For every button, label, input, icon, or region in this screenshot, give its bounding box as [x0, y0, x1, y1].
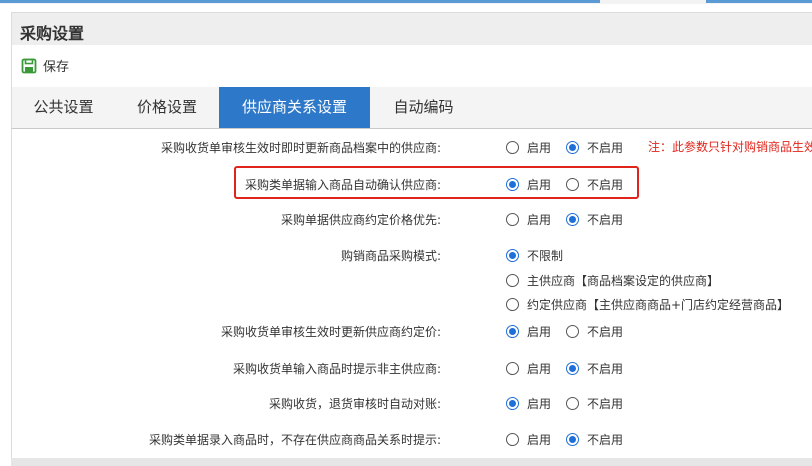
- top-tab-indicator: [0, 0, 600, 3]
- setting-label: 采购类单据录入商品时，不存在供应商商品关系时提示:: [148, 433, 441, 447]
- radio-disable[interactable]: 不启用: [566, 323, 623, 340]
- tab-bar: 公共设置 价格设置 供应商关系设置 自动编码: [11, 87, 812, 129]
- tab-public-settings[interactable]: 公共设置: [12, 87, 115, 128]
- radio-label: 主供应商【商品档案设定的供应商】: [527, 274, 720, 288]
- radio-circle-selected: [566, 433, 579, 446]
- radio-disable[interactable]: 不启用: [566, 431, 623, 448]
- radio-label: 启用: [527, 362, 552, 376]
- radio-disable[interactable]: 不启用: [566, 395, 623, 412]
- radio-circle: [506, 213, 519, 226]
- radio-enable[interactable]: 启用: [506, 395, 551, 412]
- save-label: 保存: [43, 60, 70, 75]
- radio-main-supplier[interactable]: 主供应商【商品档案设定的供应商】: [506, 272, 719, 289]
- tab-auto-coding[interactable]: 自动编码: [370, 87, 477, 128]
- radio-label: 启用: [527, 397, 552, 411]
- setting-label: 采购收货，退货审核时自动对账:: [268, 397, 441, 411]
- setting-label: 购销商品采购模式:: [340, 249, 441, 263]
- radio-label: 不启用: [587, 397, 624, 411]
- radio-label: 启用: [527, 178, 552, 192]
- save-button[interactable]: 保存: [21, 56, 69, 75]
- radio-enable[interactable]: 启用: [506, 323, 551, 340]
- radio-label: 启用: [527, 141, 552, 155]
- radio-circle-selected: [566, 362, 579, 375]
- radio-circle-selected: [506, 325, 519, 338]
- setting-label: 采购单据供应商约定价格优先:: [280, 213, 441, 227]
- radio-disable[interactable]: 不启用: [566, 176, 623, 193]
- radio-enable[interactable]: 启用: [506, 360, 551, 377]
- radio-circle: [566, 325, 579, 338]
- radio-circle: [506, 298, 519, 311]
- radio-label: 启用: [527, 433, 552, 447]
- floppy-disk-icon: [21, 58, 37, 73]
- radio-enable[interactable]: 启用: [506, 431, 551, 448]
- setting-label: 采购收货单审核生效时即时更新商品档案中的供应商:: [160, 141, 441, 155]
- radio-enable[interactable]: 启用: [506, 139, 551, 156]
- radio-circle-selected: [506, 249, 519, 262]
- radio-enable[interactable]: 启用: [506, 176, 551, 193]
- note-text: 注：此参数只针对购销商品生效: [648, 140, 812, 154]
- radio-circle-selected: [506, 178, 519, 191]
- radio-agreed-supplier[interactable]: 约定供应商【主供应商商品+门店约定经营商品】: [506, 296, 789, 313]
- radio-label: 不启用: [587, 178, 624, 192]
- tab-price-settings[interactable]: 价格设置: [115, 87, 219, 128]
- radio-circle: [506, 274, 519, 287]
- radio-circle-selected: [506, 397, 519, 410]
- tab-supplier-relation-settings[interactable]: 供应商关系设置: [219, 87, 370, 128]
- radio-circle: [566, 178, 579, 191]
- radio-disable[interactable]: 不启用: [566, 360, 623, 377]
- radio-label: 不启用: [587, 213, 624, 227]
- panel-title-bar: 采购设置: [11, 12, 812, 45]
- radio-enable[interactable]: 启用: [506, 211, 551, 228]
- top-tab-indicator-right: [706, 0, 812, 3]
- radio-circle: [506, 362, 519, 375]
- radio-disable[interactable]: 不启用: [566, 139, 623, 156]
- setting-label: 采购收货单审核生效时更新供应商约定价:: [220, 325, 441, 339]
- top-strip: [0, 0, 812, 4]
- radio-label: 不启用: [587, 433, 624, 447]
- radio-label: 约定供应商【主供应商商品+门店约定经营商品】: [527, 298, 790, 312]
- radio-label: 启用: [527, 213, 552, 227]
- toolbar: 保存: [11, 45, 812, 87]
- radio-disable[interactable]: 不启用: [566, 211, 623, 228]
- radio-label: 不限制: [527, 249, 564, 263]
- radio-label: 启用: [527, 325, 552, 339]
- radio-circle: [566, 397, 579, 410]
- radio-circle: [506, 433, 519, 446]
- radio-circle: [506, 141, 519, 154]
- radio-no-limit[interactable]: 不限制: [506, 247, 563, 264]
- radio-circle-selected: [566, 141, 579, 154]
- radio-label: 不启用: [587, 325, 624, 339]
- page-title: 采购设置: [20, 24, 85, 43]
- setting-label: 采购收货单输入商品时提示非主供应商:: [232, 362, 441, 376]
- radio-label: 不启用: [587, 362, 624, 376]
- horizontal-scrollbar[interactable]: [11, 458, 812, 466]
- radio-circle-selected: [566, 213, 579, 226]
- setting-label: 采购类单据输入商品自动确认供应商:: [244, 178, 441, 192]
- radio-label: 不启用: [587, 141, 624, 155]
